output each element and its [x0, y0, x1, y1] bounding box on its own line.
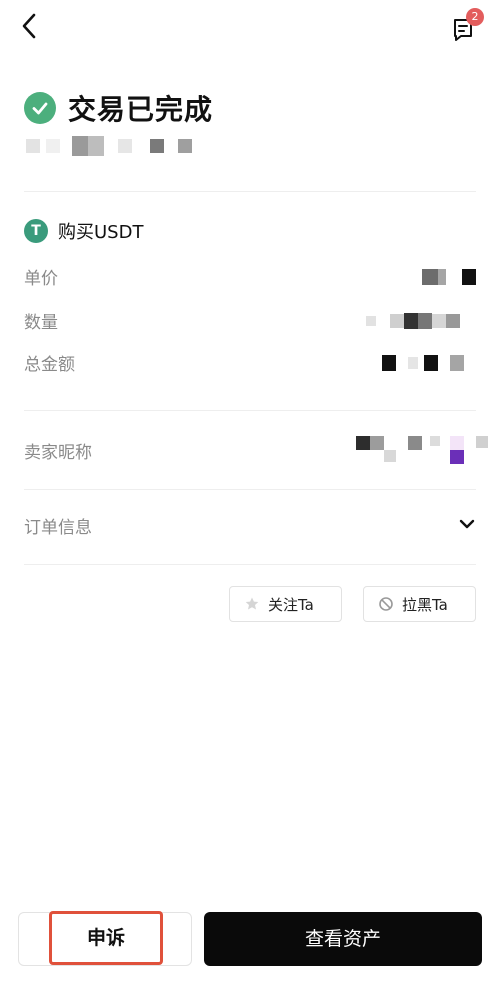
divider: [24, 191, 476, 192]
divider: [24, 489, 476, 490]
status-header: 交易已完成: [24, 88, 213, 128]
back-button[interactable]: [14, 10, 46, 42]
divider: [24, 564, 476, 565]
block-icon: [379, 597, 393, 611]
quantity-label: 数量: [24, 313, 58, 333]
divider: [24, 410, 476, 411]
redacted-total: [382, 355, 464, 371]
status-title: 交易已完成: [68, 93, 214, 126]
star-icon: [245, 597, 259, 610]
block-button[interactable]: 拉黑Ta: [363, 586, 476, 622]
order-info-toggle[interactable]: 订单信息: [24, 505, 478, 545]
redacted-quantity: [366, 313, 460, 329]
total-amount-label: 总金额: [24, 355, 75, 375]
message-badge: 2: [466, 8, 484, 26]
order-title: 购买USDT: [58, 222, 144, 243]
order-info-label: 订单信息: [24, 518, 92, 538]
redacted-order-id: [26, 136, 192, 156]
chevron-down-icon: [459, 519, 475, 529]
redacted-seller-nickname: [356, 436, 488, 464]
redacted-unit-price: [422, 269, 476, 285]
follow-button[interactable]: 关注Ta: [229, 586, 342, 622]
tether-icon: T: [24, 219, 48, 243]
seller-nickname-label: 卖家昵称: [24, 443, 92, 463]
view-assets-button[interactable]: 查看资产: [204, 912, 482, 966]
message-button[interactable]: 2: [448, 8, 488, 48]
follow-label: 关注Ta: [268, 595, 314, 614]
top-bar: 2: [0, 0, 500, 60]
chevron-left-icon: [22, 13, 36, 39]
check-circle-icon: [24, 92, 56, 124]
appeal-button[interactable]: 申诉: [18, 911, 192, 966]
appeal-label: 申诉: [49, 911, 163, 965]
block-label: 拉黑Ta: [402, 595, 448, 614]
order-header: T 购买USDT: [24, 216, 143, 246]
unit-price-label: 单价: [24, 269, 58, 289]
